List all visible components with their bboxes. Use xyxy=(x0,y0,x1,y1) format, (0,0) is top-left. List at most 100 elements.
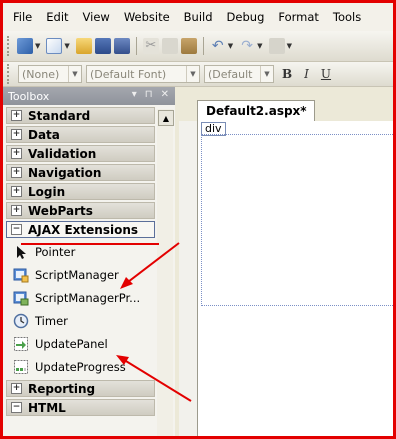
toolbox-panel: Toolbox ▾ ⊓ ✕ + Standard + Data + Valida… xyxy=(3,87,175,436)
dropdown-arrow-icon[interactable]: ▼ xyxy=(228,42,233,50)
category-validation[interactable]: + Validation xyxy=(6,145,155,162)
toolbar-separator xyxy=(202,37,204,55)
window-position-icon[interactable]: ▾ xyxy=(132,89,137,100)
open-folder-icon[interactable] xyxy=(75,38,92,54)
tool-label: Timer xyxy=(35,313,68,328)
design-surface[interactable]: div xyxy=(197,121,393,436)
tool-label: ScriptManagerPr... xyxy=(35,290,141,305)
cut-icon[interactable]: ✂ xyxy=(142,38,159,54)
tool-scriptmanager[interactable]: ScriptManager xyxy=(3,263,155,286)
toolbox-window-controls: ▾ ⊓ ✕ xyxy=(132,89,169,100)
category-label: Standard xyxy=(28,108,91,123)
font-name-select[interactable]: (Default Font) ▼ xyxy=(86,65,200,83)
chevron-down-icon[interactable]: ▼ xyxy=(186,66,199,82)
menu-tools[interactable]: Tools xyxy=(326,3,368,31)
dropdown-arrow-icon[interactable]: ▼ xyxy=(287,42,292,50)
font-name-value: (Default Font) xyxy=(90,67,167,81)
expand-icon[interactable]: + xyxy=(11,148,22,159)
category-label: HTML xyxy=(28,400,66,415)
screenshot-frame: File Edit View Website Build Debug Forma… xyxy=(0,0,396,439)
dropdown-arrow-icon[interactable]: ▼ xyxy=(257,42,262,50)
tool-label: UpdatePanel xyxy=(35,336,108,351)
expand-icon[interactable]: + xyxy=(11,205,22,216)
toolbox-list: + Standard + Data + Validation + Navigat… xyxy=(3,107,175,416)
script-manager-proxy-icon xyxy=(13,290,29,306)
pin-icon[interactable]: ⊓ xyxy=(145,89,153,100)
add-item-icon[interactable] xyxy=(46,38,63,54)
formatting-toolbar: (None) ▼ (Default Font) ▼ (Default ▼ B I… xyxy=(3,62,393,87)
menu-website[interactable]: Website xyxy=(117,3,177,31)
toolbar-grip[interactable] xyxy=(7,64,12,84)
menu-view[interactable]: View xyxy=(76,3,117,31)
bold-button[interactable]: B xyxy=(278,67,296,81)
toolbox-title: Toolbox xyxy=(8,89,50,103)
category-label: Validation xyxy=(28,146,97,161)
navigate-icon[interactable] xyxy=(268,38,285,54)
scroll-up-icon[interactable]: ▲ xyxy=(158,110,174,126)
underline-button[interactable]: U xyxy=(317,67,335,81)
expand-icon[interactable]: + xyxy=(11,383,22,394)
menu-edit[interactable]: Edit xyxy=(39,3,75,31)
category-label: WebParts xyxy=(28,203,93,218)
collapse-icon[interactable]: − xyxy=(11,402,22,413)
chevron-down-icon[interactable]: ▼ xyxy=(260,66,273,82)
collapse-icon[interactable]: − xyxy=(11,224,22,235)
close-icon[interactable]: ✕ xyxy=(161,89,169,100)
save-icon[interactable] xyxy=(94,38,111,54)
font-size-select[interactable]: (Default ▼ xyxy=(204,65,274,83)
standard-toolbar: ▼ ▼ ✂ ↶ ▼ ↷ ▼ ▼ xyxy=(3,31,393,62)
menu-file[interactable]: File xyxy=(3,3,39,31)
italic-button[interactable]: I xyxy=(300,67,313,81)
toolbox-scrollbar[interactable]: ▲ xyxy=(157,109,174,436)
script-manager-icon xyxy=(13,267,29,283)
tool-label: ScriptManager xyxy=(35,267,119,282)
tool-scriptmanagerproxy[interactable]: ScriptManagerPr... xyxy=(3,286,155,309)
toolbox-header: Toolbox ▾ ⊓ ✕ xyxy=(3,87,175,105)
category-webparts[interactable]: + WebParts xyxy=(6,202,155,219)
category-label: Navigation xyxy=(28,165,102,180)
category-reporting[interactable]: + Reporting xyxy=(6,380,155,397)
menu-format[interactable]: Format xyxy=(271,3,326,31)
block-format-value: (None) xyxy=(22,67,60,81)
expand-icon[interactable]: + xyxy=(11,110,22,121)
tool-label: Pointer xyxy=(35,244,76,259)
copy-icon[interactable] xyxy=(161,38,178,54)
div-element-box[interactable] xyxy=(201,134,393,306)
expand-icon[interactable]: + xyxy=(11,129,22,140)
category-label: AJAX Extensions xyxy=(28,222,139,237)
dropdown-arrow-icon[interactable]: ▼ xyxy=(64,42,69,50)
timer-icon xyxy=(13,313,29,329)
editor-area: Default2.aspx* div xyxy=(179,87,393,436)
tool-label: UpdateProgress xyxy=(35,359,126,374)
undo-icon[interactable]: ↶ xyxy=(210,38,226,54)
toolbar-grip[interactable] xyxy=(7,36,12,56)
tab-default2-aspx[interactable]: Default2.aspx* xyxy=(197,100,315,121)
redo-icon[interactable]: ↷ xyxy=(239,38,255,54)
category-navigation[interactable]: + Navigation xyxy=(6,164,155,181)
chevron-down-icon[interactable]: ▼ xyxy=(68,66,81,82)
update-progress-icon xyxy=(13,359,29,375)
new-project-icon[interactable] xyxy=(17,38,33,54)
menu-debug[interactable]: Debug xyxy=(220,3,272,31)
category-label: Reporting xyxy=(28,381,96,396)
document-tabstrip: Default2.aspx* xyxy=(179,87,393,121)
expand-icon[interactable]: + xyxy=(11,186,22,197)
category-html[interactable]: − HTML xyxy=(6,399,155,416)
block-format-select[interactable]: (None) ▼ xyxy=(18,65,82,83)
tool-updatepanel[interactable]: UpdatePanel xyxy=(3,332,155,355)
category-login[interactable]: + Login xyxy=(6,183,155,200)
menu-build[interactable]: Build xyxy=(177,3,220,31)
category-standard[interactable]: + Standard xyxy=(6,107,155,124)
save-all-icon[interactable] xyxy=(113,38,130,54)
expand-icon[interactable]: + xyxy=(11,167,22,178)
paste-icon[interactable] xyxy=(180,38,197,54)
category-ajax-extensions[interactable]: − AJAX Extensions xyxy=(6,221,155,238)
dropdown-arrow-icon[interactable]: ▼ xyxy=(35,42,40,50)
category-data[interactable]: + Data xyxy=(6,126,155,143)
update-panel-icon xyxy=(13,336,29,352)
category-label: Login xyxy=(28,184,66,199)
tool-updateprogress[interactable]: UpdateProgress xyxy=(3,355,155,378)
tool-timer[interactable]: Timer xyxy=(3,309,155,332)
pointer-icon xyxy=(13,244,29,260)
toolbar-separator xyxy=(135,37,137,55)
